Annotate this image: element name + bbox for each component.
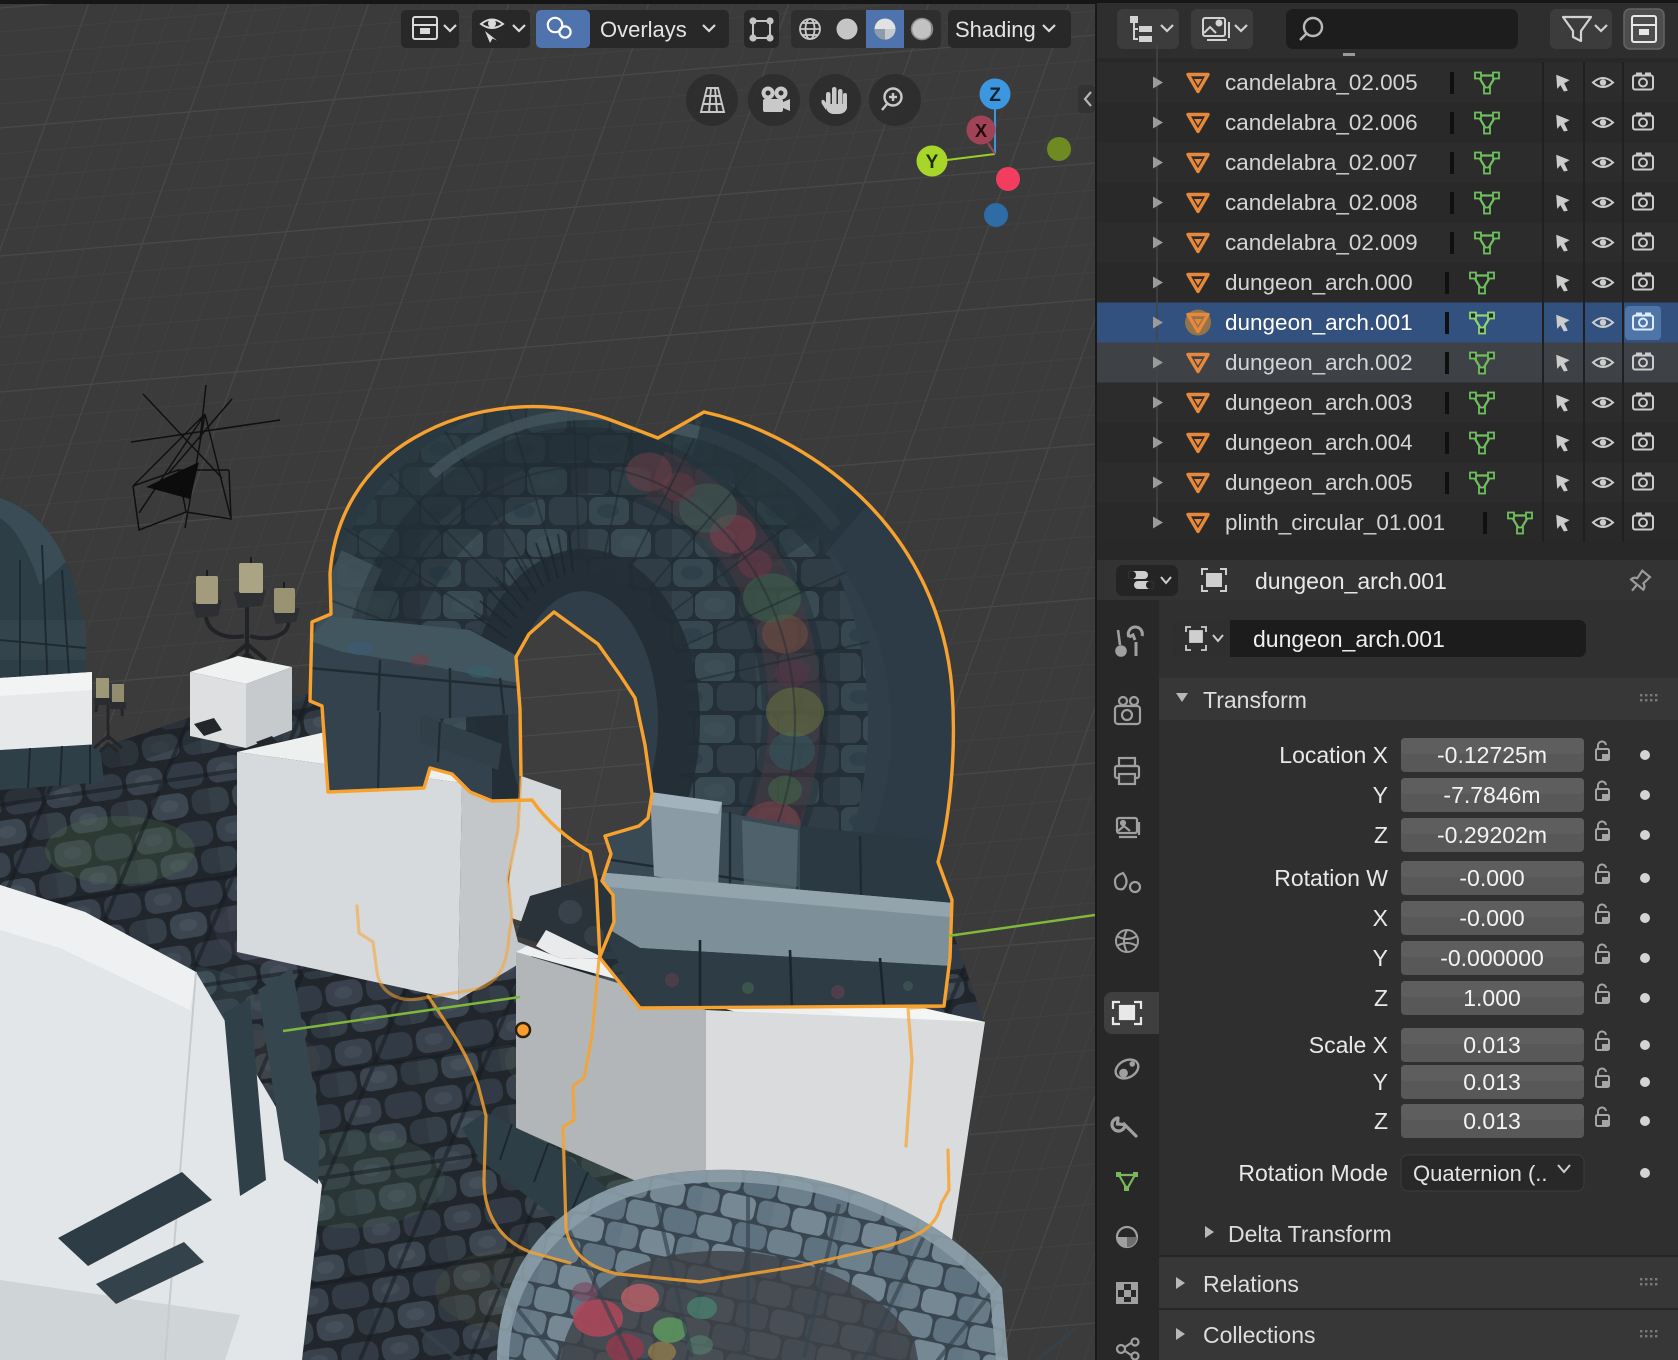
- svg-text:0.013: 0.013: [1463, 1069, 1521, 1095]
- svg-text:dungeon_arch.001: dungeon_arch.001: [1225, 310, 1413, 335]
- svg-text:candelabra_02.006: candelabra_02.006: [1225, 110, 1418, 135]
- svg-text:X: X: [975, 121, 987, 141]
- svg-text:Delta Transform: Delta Transform: [1228, 1221, 1392, 1247]
- svg-text:Quaternion (..: Quaternion (..: [1413, 1161, 1548, 1186]
- svg-text:dungeon_arch.002: dungeon_arch.002: [1225, 350, 1413, 375]
- svg-text:Z: Z: [989, 85, 1001, 106]
- svg-text:candelabra_02.007: candelabra_02.007: [1225, 150, 1418, 175]
- svg-text:Y: Y: [1373, 1069, 1388, 1095]
- svg-text:Z: Z: [1374, 822, 1388, 848]
- svg-text:Z: Z: [1374, 985, 1388, 1011]
- svg-text:X: X: [1373, 905, 1388, 931]
- svg-text:-0.000: -0.000: [1459, 905, 1524, 931]
- svg-text:dungeon_arch.004: dungeon_arch.004: [1225, 430, 1413, 455]
- svg-text:Transform: Transform: [1203, 687, 1307, 713]
- svg-text:dungeon_arch.003: dungeon_arch.003: [1225, 390, 1413, 415]
- svg-text:Z: Z: [1374, 1108, 1388, 1134]
- svg-text:dungeon_arch.001: dungeon_arch.001: [1255, 568, 1447, 594]
- svg-text:Rotation Mode: Rotation Mode: [1238, 1160, 1388, 1186]
- svg-text:Shading: Shading: [955, 17, 1036, 42]
- svg-text:candelabra_02.009: candelabra_02.009: [1225, 230, 1418, 255]
- svg-text:dungeon_arch.000: dungeon_arch.000: [1225, 270, 1413, 295]
- svg-text:0.013: 0.013: [1463, 1032, 1521, 1058]
- svg-text:dungeon_arch.001: dungeon_arch.001: [1253, 626, 1445, 652]
- svg-text:-0.000000: -0.000000: [1440, 945, 1544, 971]
- svg-text:Rotation W: Rotation W: [1274, 865, 1388, 891]
- svg-text:plinth_circular_01.001: plinth_circular_01.001: [1225, 510, 1445, 535]
- svg-text:Y: Y: [926, 152, 939, 173]
- svg-text:-0.12725m: -0.12725m: [1437, 742, 1547, 768]
- svg-text:Y: Y: [1373, 782, 1388, 808]
- svg-text:dungeon_arch.005: dungeon_arch.005: [1225, 470, 1413, 495]
- svg-text:-0.29202m: -0.29202m: [1437, 822, 1547, 848]
- svg-text:Location X: Location X: [1279, 742, 1388, 768]
- svg-text:candelabra_02.008: candelabra_02.008: [1225, 190, 1418, 215]
- svg-text:Overlays: Overlays: [600, 17, 687, 42]
- svg-text:1.000: 1.000: [1463, 985, 1521, 1011]
- svg-text:-7.7846m: -7.7846m: [1443, 782, 1540, 808]
- svg-text:candelabra_02.005: candelabra_02.005: [1225, 70, 1418, 95]
- svg-text:Collections: Collections: [1203, 1322, 1316, 1348]
- svg-text:Scale X: Scale X: [1309, 1032, 1388, 1058]
- svg-text:0.013: 0.013: [1463, 1108, 1521, 1134]
- svg-text:-0.000: -0.000: [1459, 865, 1524, 891]
- svg-text:Y: Y: [1373, 945, 1388, 971]
- svg-text:Relations: Relations: [1203, 1271, 1299, 1297]
